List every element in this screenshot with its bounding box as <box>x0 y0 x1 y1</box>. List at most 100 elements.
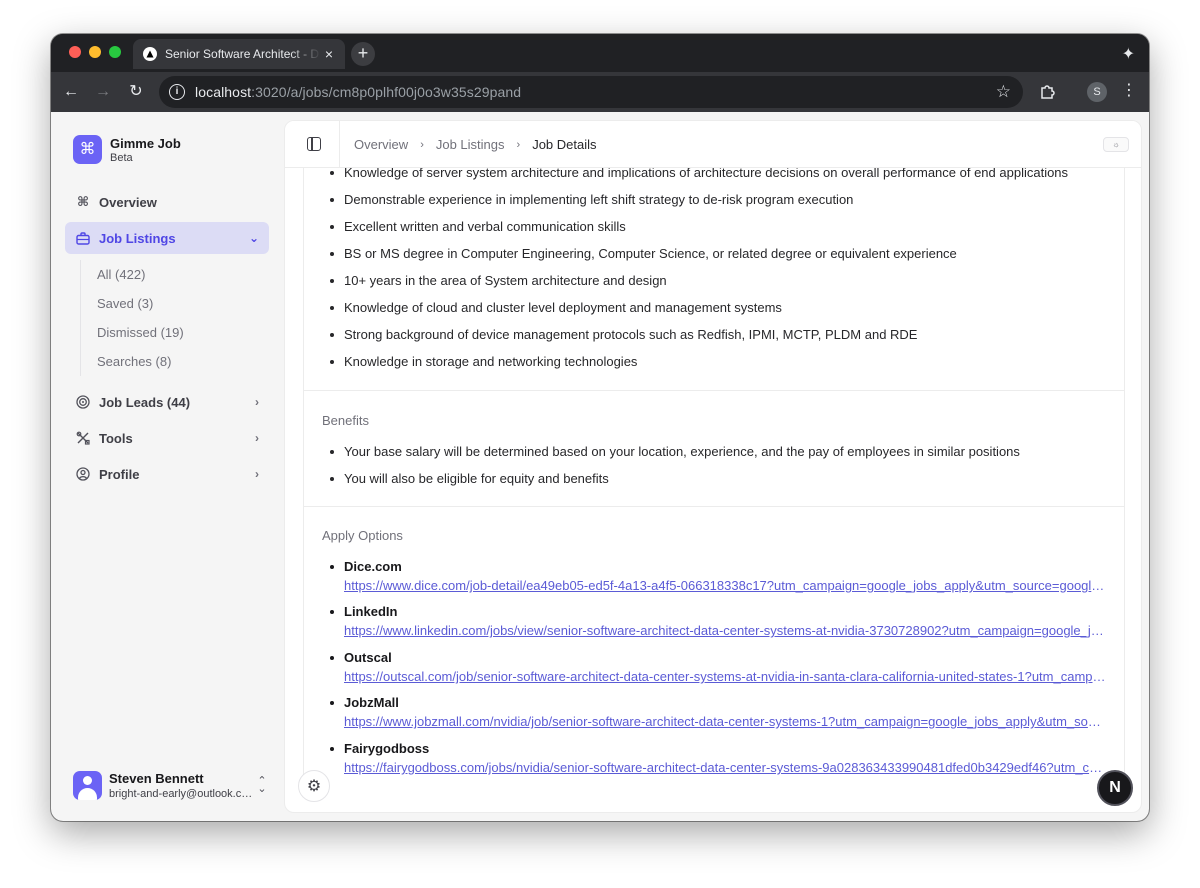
chevron-right-icon: › <box>516 138 521 151</box>
url-text: localhost:3020/a/jobs/cm8p0plhf00j0o3w35… <box>195 84 521 100</box>
list-item: You will also be eligible for equity and… <box>324 470 1020 497</box>
chevron-down-icon: ⌄ <box>248 231 259 245</box>
breadcrumb-job-listings[interactable]: Job Listings <box>436 137 505 152</box>
sidebar-item-label: Job Leads (44) <box>99 394 191 410</box>
chevron-right-icon: › <box>420 138 424 151</box>
chevron-right-icon: › <box>255 395 259 409</box>
chevron-up-down-icon: ⌃ ⌄ <box>257 775 267 795</box>
browser-window: Senior Software Architect - D × + ✦ ← → … <box>51 34 1149 821</box>
list-item: Demonstrable experience in implementing … <box>324 191 1068 218</box>
list-item: Dice.com https://www.dice.com/job-detail… <box>324 558 1114 595</box>
chevron-right-icon: › <box>255 431 259 445</box>
list-item: Excellent written and verbal communicati… <box>324 218 1068 245</box>
apply-option-link[interactable]: https://www.linkedin.com/jobs/view/senio… <box>344 622 1106 640</box>
back-icon[interactable]: ← <box>59 80 83 104</box>
main-header: Overview › Job Listings › Job Details ☼ <box>285 121 1141 168</box>
list-item: Knowledge of server system architecture … <box>324 168 1068 191</box>
app-sidebar: ⌘ Gimme Job Beta ⌘ Overview Job Listings… <box>51 112 283 821</box>
section-title: Apply Options <box>322 528 403 543</box>
apply-option-link[interactable]: https://outscal.com/job/senior-software-… <box>344 668 1106 686</box>
url-host: localhost <box>195 84 252 100</box>
sidebar-item-label: Tools <box>99 430 133 446</box>
breadcrumb-job-details: Job Details <box>532 137 597 152</box>
list-item: Your base salary will be determined base… <box>324 443 1020 470</box>
list-item: 10+ years in the area of System architec… <box>324 272 1068 299</box>
forward-icon[interactable]: → <box>91 80 115 104</box>
list-item: LinkedIn https://www.linkedin.com/jobs/v… <box>324 603 1114 640</box>
user-email: bright-and-early@outlook.com <box>109 787 255 800</box>
user-name: Steven Bennett <box>109 770 204 786</box>
benefits-section: Benefits Your base salary will be determ… <box>304 391 1124 507</box>
command-icon: ⌘ <box>76 194 90 209</box>
nextjs-devtools-button[interactable]: N <box>1097 770 1133 806</box>
tab-close-icon[interactable]: × <box>321 46 337 62</box>
sidebar-item-label: Profile <box>99 466 140 482</box>
app-name: Gimme Job <box>110 135 181 151</box>
apply-option-name: JobzMall <box>344 695 399 710</box>
list-item: BS or MS degree in Computer Engineering,… <box>324 245 1068 272</box>
close-window-button[interactable] <box>69 46 81 58</box>
sidebar-item-overview[interactable]: ⌘ Overview <box>65 186 269 218</box>
main-panel: Overview › Job Listings › Job Details ☼ … <box>284 120 1142 813</box>
avatar <box>73 770 102 800</box>
url-path: :3020/a/jobs/cm8p0plhf00j0o3w35s29pand <box>251 84 522 100</box>
job-listings-submenu: All (422) Saved (3) Dismissed (19) Searc… <box>80 260 266 376</box>
address-bar[interactable]: i localhost:3020/a/jobs/cm8p0plhf00j0o3w… <box>159 76 1023 108</box>
sidebar-item-label: Overview <box>99 194 157 210</box>
sidebar-item-job-listings[interactable]: Job Listings ⌄ <box>65 222 269 254</box>
sidebar-item-tools[interactable]: Tools › <box>65 422 269 454</box>
site-info-icon[interactable]: i <box>169 84 185 100</box>
sidebar-subitem-searches[interactable]: Searches (8) <box>81 347 266 376</box>
command-icon: ⌘ <box>73 135 102 164</box>
browser-tab[interactable]: Senior Software Architect - D × <box>133 39 345 69</box>
minimize-window-button[interactable] <box>89 46 101 58</box>
apply-option-name: LinkedIn <box>344 604 398 619</box>
list-item: Knowledge of cloud and cluster level dep… <box>324 299 1068 326</box>
sparkle-icon[interactable]: ✦ <box>1122 44 1135 64</box>
tab-title: Senior Software Architect - D <box>165 47 320 61</box>
new-tab-button[interactable]: + <box>351 42 375 66</box>
app-badge: Beta <box>110 151 133 164</box>
apply-option-name: Outscal <box>344 650 392 665</box>
browser-menu-icon[interactable]: ⋮ <box>1121 80 1137 100</box>
apply-options-section: Apply Options Dice.com https://www.dice.… <box>304 507 1124 794</box>
sidebar-subitem-saved[interactable]: Saved (3) <box>81 289 266 318</box>
user-circle-icon <box>75 466 91 482</box>
list-item: Strong background of device management p… <box>324 326 1068 353</box>
bookmark-star-icon[interactable]: ☆ <box>996 82 1011 102</box>
window-controls <box>69 46 121 58</box>
sidebar-subitem-all[interactable]: All (422) <box>81 260 266 289</box>
list-item: Outscal https://outscal.com/job/senior-s… <box>324 649 1114 686</box>
breadcrumb: Overview › Job Listings › Job Details <box>354 137 597 152</box>
browser-profile-avatar[interactable]: S <box>1087 82 1107 102</box>
header-divider <box>339 121 340 168</box>
page-content: ⌘ Gimme Job Beta ⌘ Overview Job Listings… <box>51 112 1149 821</box>
target-icon <box>75 394 91 410</box>
tab-strip: Senior Software Architect - D × + ✦ <box>51 34 1149 72</box>
job-details-content[interactable]: Knowledge of server system architecture … <box>303 168 1125 794</box>
favicon-icon <box>143 47 157 61</box>
sidebar-item-profile[interactable]: Profile › <box>65 458 269 490</box>
section-title: Benefits <box>322 413 369 428</box>
user-menu[interactable]: Steven Bennett bright-and-early@outlook.… <box>73 767 269 803</box>
theme-toggle-button[interactable]: ☼ <box>1103 137 1129 152</box>
list-item: JobzMall https://www.jobzmall.com/nvidia… <box>324 694 1114 731</box>
benefits-list: Your base salary will be determined base… <box>324 443 1020 497</box>
browser-toolbar: ← → ↻ i localhost:3020/a/jobs/cm8p0plhf0… <box>51 72 1149 112</box>
sidebar-item-job-leads[interactable]: Job Leads (44) › <box>65 386 269 418</box>
gear-icon[interactable]: ⚙ <box>298 770 330 802</box>
reload-icon[interactable]: ↻ <box>124 80 148 104</box>
tools-icon <box>75 430 91 446</box>
sidebar-toggle-icon[interactable] <box>307 137 321 151</box>
breadcrumb-overview[interactable]: Overview <box>354 137 408 152</box>
apply-option-link[interactable]: https://www.dice.com/job-detail/ea49eb05… <box>344 577 1106 595</box>
apply-option-link[interactable]: https://www.jobzmall.com/nvidia/job/seni… <box>344 713 1106 731</box>
sidebar-item-label: Job Listings <box>99 230 176 246</box>
briefcase-icon <box>75 230 91 246</box>
apply-option-name: Fairygodboss <box>344 741 430 756</box>
app-brand[interactable]: ⌘ Gimme Job Beta <box>73 135 181 164</box>
apply-option-link[interactable]: https://fairygodboss.com/jobs/nvidia/sen… <box>344 759 1106 777</box>
maximize-window-button[interactable] <box>109 46 121 58</box>
extensions-icon[interactable] <box>1039 82 1057 100</box>
sidebar-subitem-dismissed[interactable]: Dismissed (19) <box>81 318 266 347</box>
